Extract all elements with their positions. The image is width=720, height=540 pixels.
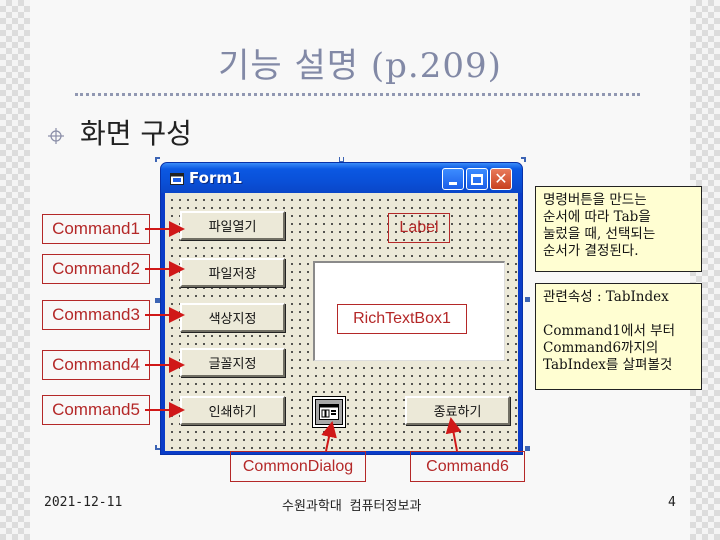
minimize-button[interactable] bbox=[442, 168, 464, 190]
command6-button[interactable]: 종료하기 bbox=[405, 396, 510, 425]
common-dialog-icon bbox=[319, 404, 339, 420]
slide-title: 기능 설명 (p.209) bbox=[218, 46, 502, 86]
command1-callout: Command1 bbox=[42, 214, 150, 244]
note2-line: Command6까지의 bbox=[543, 340, 659, 356]
note2-line: TabIndex를 살펴볼것 bbox=[543, 357, 673, 373]
tabindex-note: 관련속성 : TabIndex Command1에서 부터 Command6까지… bbox=[535, 283, 702, 390]
resize-handle-top-right[interactable] bbox=[521, 157, 526, 162]
note1-line: 눌렀을 때, 선택되는 bbox=[543, 226, 656, 242]
footer-page-number: 4 bbox=[668, 495, 676, 510]
maximize-button[interactable] bbox=[466, 168, 488, 190]
command5-callout: Command5 bbox=[42, 395, 150, 425]
command1-button[interactable]: 파일열기 bbox=[180, 211, 285, 240]
command4-callout: Command4 bbox=[42, 350, 150, 380]
form-title: Form1 bbox=[189, 169, 243, 187]
resize-handle-bottom-right[interactable] bbox=[525, 446, 530, 451]
note1-line: 순서가 결정된다. bbox=[543, 243, 639, 259]
form-window-icon bbox=[170, 173, 184, 185]
close-button[interactable]: ✕ bbox=[490, 168, 512, 190]
commondialog-control[interactable] bbox=[312, 396, 346, 428]
title-divider bbox=[75, 93, 640, 96]
resize-handle-middle-right[interactable] bbox=[525, 297, 530, 302]
minimize-icon bbox=[449, 181, 457, 185]
command2-button[interactable]: 파일저장 bbox=[180, 258, 285, 287]
label-control[interactable]: Label bbox=[388, 213, 450, 243]
note1-line: 명령버튼을 만드는 bbox=[543, 192, 647, 208]
command3-callout: Command3 bbox=[42, 300, 150, 330]
command2-callout: Command2 bbox=[42, 254, 150, 284]
richtextbox-callout: RichTextBox1 bbox=[337, 304, 467, 334]
command5-button[interactable]: 인쇄하기 bbox=[180, 396, 285, 425]
maximize-icon bbox=[471, 173, 483, 185]
command6-callout: Command6 bbox=[410, 451, 525, 482]
tab-order-note: 명령버튼을 만드는 순서에 따라 Tab을 눌렀을 때, 선택되는 순서가 결정… bbox=[535, 186, 702, 272]
command4-button[interactable]: 글꼴지정 bbox=[180, 348, 285, 377]
commondialog-callout: CommonDialog bbox=[230, 451, 366, 482]
footer-date: 2021-12-11 bbox=[44, 495, 123, 510]
command3-button[interactable]: 색상지정 bbox=[180, 303, 285, 332]
note2-spacer bbox=[543, 306, 694, 323]
note1-line: 순서에 따라 Tab을 bbox=[543, 209, 651, 225]
resize-handle-top-left[interactable] bbox=[155, 157, 160, 162]
footer-organization: 수원과학대 컴퓨터정보과 bbox=[282, 499, 422, 514]
note2-line: Command1에서 부터 bbox=[543, 323, 676, 339]
section-subtitle: 화면 구성 bbox=[80, 117, 192, 150]
close-icon: ✕ bbox=[494, 169, 508, 188]
note2-line: 관련속성 : TabIndex bbox=[543, 289, 669, 305]
form-titlebar[interactable]: Form1 ✕ bbox=[161, 163, 522, 193]
crosshair-bullet-icon bbox=[48, 128, 64, 144]
